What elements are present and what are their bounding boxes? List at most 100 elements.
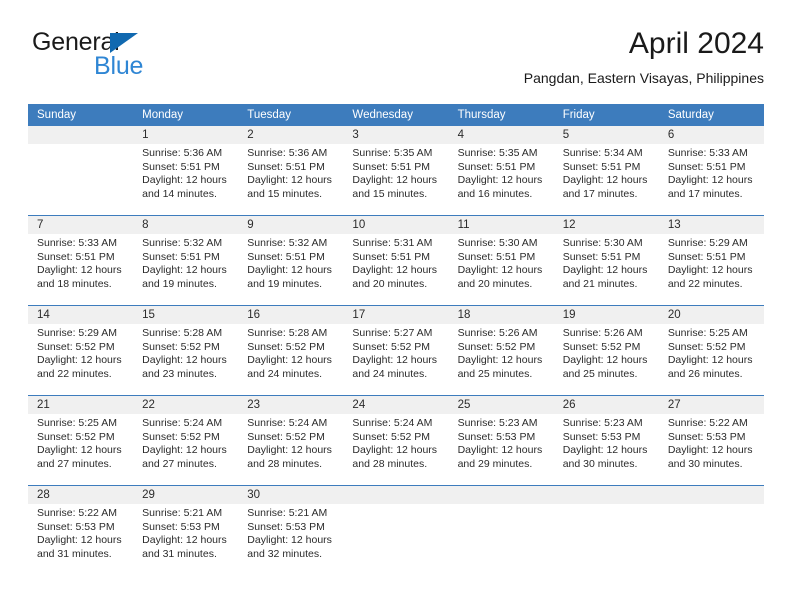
day-info-line: Sunset: 5:52 PM bbox=[352, 340, 431, 353]
day-cell[interactable]: Sunrise: 5:33 AM Sunset: 5:51 PM Daylight:… bbox=[28, 234, 133, 305]
day-cell[interactable]: Sunrise: 5:24 AM Sunset: 5:52 PM Daylight:… bbox=[238, 414, 343, 485]
day-info-line: Daylight: 12 hours bbox=[142, 444, 227, 456]
day-number[interactable]: 27 bbox=[659, 396, 764, 414]
day-cell[interactable]: Sunrise: 5:32 AM Sunset: 5:51 PM Daylight:… bbox=[133, 234, 238, 305]
day-info-line: and 19 minutes. bbox=[142, 277, 217, 290]
day-info-line: Sunrise: 5:21 AM bbox=[142, 507, 223, 519]
day-number[interactable]: 1 bbox=[133, 126, 238, 144]
day-cell[interactable]: Sunrise: 5:35 AM Sunset: 5:51 PM Daylight:… bbox=[343, 144, 448, 215]
day-number[interactable]: 12 bbox=[554, 216, 659, 234]
day-number[interactable]: 29 bbox=[133, 486, 238, 504]
day-cell[interactable]: Sunrise: 5:28 AM Sunset: 5:52 PM Daylight:… bbox=[133, 324, 238, 395]
day-number[interactable]: 11 bbox=[449, 216, 554, 234]
day-number[interactable]: 17 bbox=[343, 306, 448, 324]
day-info-line: Sunrise: 5:27 AM bbox=[352, 327, 433, 339]
day-info-line: and 27 minutes. bbox=[37, 457, 112, 470]
day-info-line: and 31 minutes. bbox=[37, 547, 112, 560]
day-info-line: and 24 minutes. bbox=[247, 367, 322, 380]
day-info-line: Daylight: 12 hours bbox=[352, 354, 438, 366]
day-number[interactable]: 3 bbox=[343, 126, 448, 144]
calendar-grid: Sunday Monday Tuesday Wednesday Thursday… bbox=[28, 104, 764, 575]
page-subtitle: Pangdan, Eastern Visayas, Philippines bbox=[523, 70, 764, 86]
page-header: General Blue April 2024 Pangdan, Eastern… bbox=[28, 26, 764, 98]
day-cell[interactable]: Sunrise: 5:31 AM Sunset: 5:51 PM Daylight:… bbox=[343, 234, 448, 305]
day-cell[interactable]: Sunrise: 5:30 AM Sunset: 5:51 PM Daylight:… bbox=[449, 234, 554, 305]
day-info-line: Daylight: 12 hours bbox=[562, 174, 648, 186]
weekday-header-saturday: Saturday bbox=[667, 109, 714, 121]
day-number[interactable]: 20 bbox=[659, 306, 764, 324]
day-cell[interactable]: Sunrise: 5:23 AM Sunset: 5:53 PM Daylight:… bbox=[554, 414, 659, 485]
day-info-line: and 25 minutes. bbox=[457, 367, 533, 380]
day-number[interactable]: 18 bbox=[449, 306, 554, 324]
day-number[interactable]: 23 bbox=[238, 396, 343, 414]
day-cell[interactable]: Sunrise: 5:36 AM Sunset: 5:51 PM Daylight:… bbox=[238, 144, 343, 215]
day-number[interactable]: 7 bbox=[28, 216, 133, 234]
day-cell-empty bbox=[554, 504, 659, 575]
week-day-number-row: 28 29 30 bbox=[28, 486, 764, 504]
day-info-line: and 23 minutes. bbox=[142, 367, 217, 380]
day-cell[interactable]: Sunrise: 5:26 AM Sunset: 5:52 PM Daylight:… bbox=[554, 324, 659, 395]
day-cell-empty bbox=[449, 504, 554, 575]
day-info-line: Daylight: 12 hours bbox=[247, 174, 332, 186]
day-info-line: Daylight: 12 hours bbox=[562, 264, 648, 276]
day-info-line: Sunset: 5:52 PM bbox=[667, 340, 746, 353]
day-cell[interactable]: Sunrise: 5:21 AM Sunset: 5:53 PM Daylight:… bbox=[238, 504, 343, 575]
day-info-line: Sunset: 5:52 PM bbox=[37, 340, 115, 353]
day-cell[interactable]: Sunrise: 5:34 AM Sunset: 5:51 PM Daylight:… bbox=[554, 144, 659, 215]
day-info-line: Sunset: 5:51 PM bbox=[247, 250, 325, 263]
day-number[interactable]: 14 bbox=[28, 306, 133, 324]
day-number[interactable]: 2 bbox=[238, 126, 343, 144]
day-cell[interactable]: Sunrise: 5:33 AM Sunset: 5:51 PM Daylight:… bbox=[659, 144, 764, 215]
day-cell[interactable]: Sunrise: 5:30 AM Sunset: 5:51 PM Daylight:… bbox=[554, 234, 659, 305]
weekday-header-monday: Monday bbox=[142, 109, 184, 121]
day-cell[interactable]: Sunrise: 5:36 AM Sunset: 5:51 PM Daylight:… bbox=[133, 144, 238, 215]
calendar-week-row: 28 29 30 Sunrise: 5:22 AM Sunset: 5:53 PM Day… bbox=[28, 485, 764, 575]
day-cell[interactable]: Sunrise: 5:24 AM Sunset: 5:52 PM Daylight:… bbox=[133, 414, 238, 485]
day-number[interactable]: 16 bbox=[238, 306, 343, 324]
day-cell[interactable]: Sunrise: 5:29 AM Sunset: 5:52 PM Daylight:… bbox=[28, 324, 133, 395]
day-info-line: Daylight: 12 hours bbox=[457, 444, 543, 456]
day-cell-empty bbox=[343, 504, 448, 575]
day-info-line: Sunset: 5:51 PM bbox=[352, 160, 431, 173]
day-number[interactable]: 13 bbox=[659, 216, 764, 234]
day-number[interactable]: 6 bbox=[659, 126, 764, 144]
day-number[interactable]: 22 bbox=[133, 396, 238, 414]
day-cell[interactable]: Sunrise: 5:23 AM Sunset: 5:53 PM Daylight:… bbox=[449, 414, 554, 485]
day-info-line: Sunset: 5:51 PM bbox=[352, 250, 431, 263]
day-info-line: Sunset: 5:53 PM bbox=[247, 520, 325, 533]
day-info-line: Sunset: 5:53 PM bbox=[37, 520, 115, 533]
day-info-line: and 24 minutes. bbox=[352, 367, 428, 380]
day-info-line: Sunset: 5:51 PM bbox=[562, 160, 641, 173]
day-number[interactable]: 8 bbox=[133, 216, 238, 234]
day-info-line: Sunrise: 5:24 AM bbox=[352, 417, 433, 429]
day-cell[interactable]: Sunrise: 5:22 AM Sunset: 5:53 PM Daylight:… bbox=[28, 504, 133, 575]
day-number[interactable]: 19 bbox=[554, 306, 659, 324]
day-number[interactable]: 5 bbox=[554, 126, 659, 144]
day-cell[interactable]: Sunrise: 5:35 AM Sunset: 5:51 PM Daylight:… bbox=[449, 144, 554, 215]
day-number[interactable]: 21 bbox=[28, 396, 133, 414]
day-cell[interactable]: Sunrise: 5:24 AM Sunset: 5:52 PM Daylight:… bbox=[343, 414, 448, 485]
day-cell[interactable]: Sunrise: 5:27 AM Sunset: 5:52 PM Daylight:… bbox=[343, 324, 448, 395]
day-cell[interactable]: Sunrise: 5:32 AM Sunset: 5:51 PM Daylight:… bbox=[238, 234, 343, 305]
day-number[interactable]: 9 bbox=[238, 216, 343, 234]
day-cell[interactable]: Sunrise: 5:26 AM Sunset: 5:52 PM Daylight:… bbox=[449, 324, 554, 395]
day-number[interactable]: 4 bbox=[449, 126, 554, 144]
day-number[interactable]: 24 bbox=[343, 396, 448, 414]
day-cell[interactable]: Sunrise: 5:21 AM Sunset: 5:53 PM Daylight:… bbox=[133, 504, 238, 575]
day-number[interactable]: 26 bbox=[554, 396, 659, 414]
day-info-line: Sunset: 5:51 PM bbox=[562, 250, 641, 263]
day-cell[interactable]: Sunrise: 5:28 AM Sunset: 5:52 PM Daylight:… bbox=[238, 324, 343, 395]
day-number[interactable]: 10 bbox=[343, 216, 448, 234]
day-cell[interactable]: Sunrise: 5:25 AM Sunset: 5:52 PM Daylight:… bbox=[659, 324, 764, 395]
day-cell[interactable]: Sunrise: 5:29 AM Sunset: 5:51 PM Daylight:… bbox=[659, 234, 764, 305]
day-number[interactable]: 25 bbox=[449, 396, 554, 414]
day-info-line: Sunrise: 5:24 AM bbox=[247, 417, 328, 429]
day-number[interactable]: 28 bbox=[28, 486, 133, 504]
day-cell[interactable]: Sunrise: 5:25 AM Sunset: 5:52 PM Daylight:… bbox=[28, 414, 133, 485]
calendar-week-row: 21 22 23 24 25 26 27 Sunrise: 5:25 AM Sunset: 5:… bbox=[28, 395, 764, 485]
day-info-line: Sunset: 5:52 PM bbox=[457, 340, 536, 353]
day-number[interactable]: 30 bbox=[238, 486, 343, 504]
day-info-line: Sunrise: 5:33 AM bbox=[667, 147, 748, 159]
day-cell[interactable]: Sunrise: 5:22 AM Sunset: 5:53 PM Daylight:… bbox=[659, 414, 764, 485]
day-number[interactable]: 15 bbox=[133, 306, 238, 324]
